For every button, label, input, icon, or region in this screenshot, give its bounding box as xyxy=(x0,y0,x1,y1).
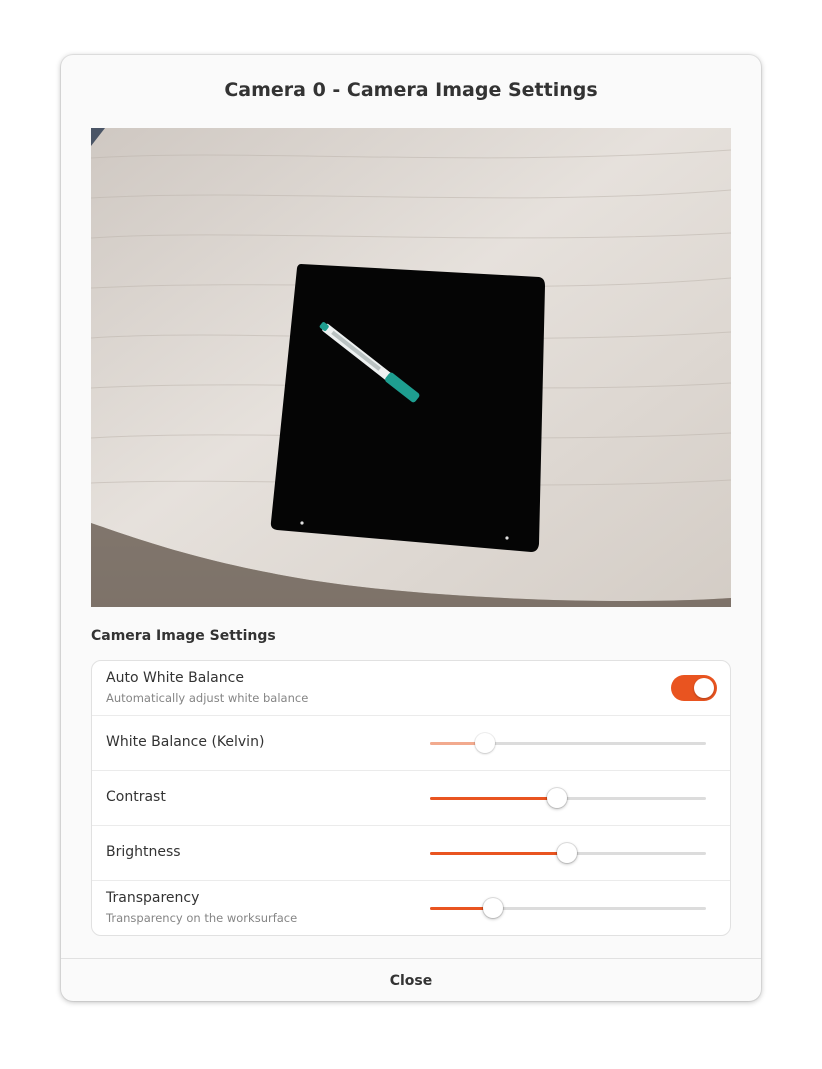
switch-knob xyxy=(694,678,714,698)
contrast-slider[interactable] xyxy=(430,788,706,808)
contrast-row: Contrast xyxy=(92,771,730,826)
camera-settings-dialog: Camera 0 - Camera Image Settings Camera … xyxy=(61,55,761,1001)
dialog-footer: Close xyxy=(61,958,761,1001)
transparency-subtitle: Transparency on the worksurface xyxy=(106,911,298,925)
white-balance-slider[interactable] xyxy=(430,733,706,753)
transparency-label: Transparency xyxy=(106,890,200,906)
white-balance-row: White Balance (Kelvin) xyxy=(92,716,730,771)
slider-thumb[interactable] xyxy=(475,733,496,753)
slider-thumb[interactable] xyxy=(546,788,567,808)
brightness-label: Brightness xyxy=(106,844,181,860)
dialog-title: Camera 0 - Camera Image Settings xyxy=(224,79,598,101)
close-button[interactable]: Close xyxy=(61,959,761,1001)
slider-fill xyxy=(430,797,557,800)
camera-preview xyxy=(91,128,731,607)
white-balance-label: White Balance (Kelvin) xyxy=(106,734,265,750)
slider-thumb[interactable] xyxy=(556,843,577,863)
transparency-row: Transparency Transparency on the worksur… xyxy=(92,881,730,935)
settings-list: Auto White Balance Automatically adjust … xyxy=(91,660,731,936)
auto-white-balance-subtitle: Automatically adjust white balance xyxy=(106,691,309,705)
transparency-slider[interactable] xyxy=(430,898,706,918)
slider-fill xyxy=(430,852,567,855)
brightness-row: Brightness xyxy=(92,826,730,881)
auto-white-balance-label: Auto White Balance xyxy=(106,670,244,686)
section-title: Camera Image Settings xyxy=(91,628,276,644)
auto-white-balance-row: Auto White Balance Automatically adjust … xyxy=(92,661,730,716)
brightness-slider[interactable] xyxy=(430,843,706,863)
contrast-label: Contrast xyxy=(106,789,166,805)
camera-preview-image xyxy=(91,128,731,607)
auto-white-balance-switch[interactable] xyxy=(671,675,717,701)
slider-thumb[interactable] xyxy=(483,898,504,918)
